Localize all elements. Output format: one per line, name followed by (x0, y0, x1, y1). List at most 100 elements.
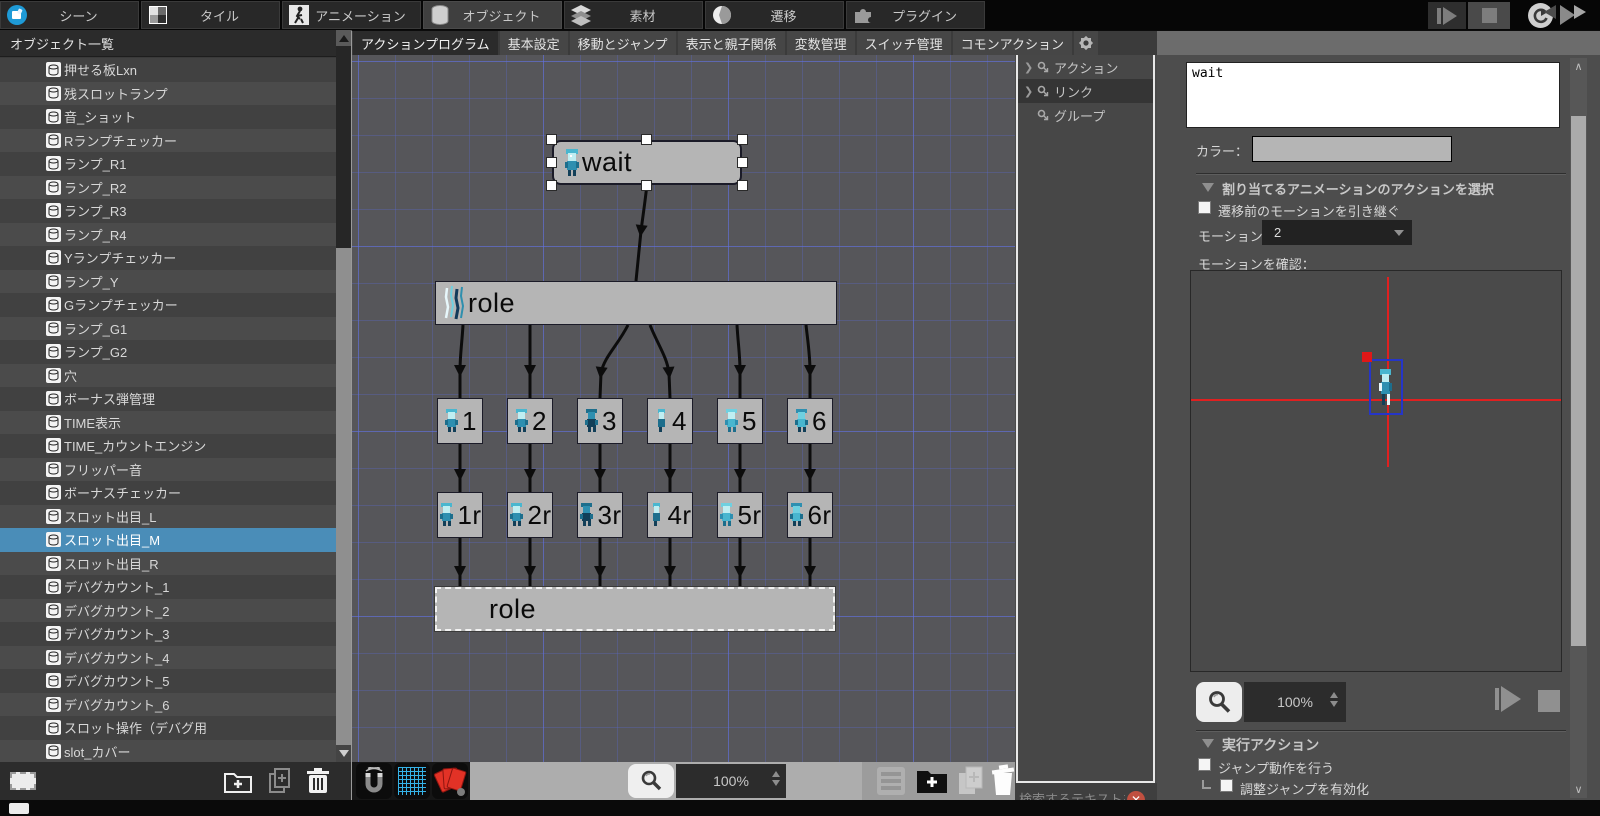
action-node-1[interactable]: 1 (437, 398, 483, 444)
selection-handle[interactable] (546, 134, 557, 145)
play-button[interactable] (1560, 5, 1575, 25)
action-node-3[interactable]: 3 (577, 398, 623, 444)
object-list-item[interactable]: デバグカウント_4 (0, 646, 336, 670)
selection-handle[interactable] (546, 157, 557, 168)
selection-handle[interactable] (641, 134, 652, 145)
tab-basic-settings[interactable]: 基本設定 (500, 31, 568, 55)
object-list-item[interactable]: TIME表示 (0, 411, 336, 435)
object-list-item[interactable]: ボーナスチェッカー (0, 481, 336, 505)
motion-dropdown[interactable]: 2 (1262, 220, 1412, 245)
menu-tab-transition[interactable]: 遷移 (705, 1, 844, 29)
object-list-item[interactable]: Yランプチェッカー (0, 246, 336, 270)
object-list-item[interactable]: slot_カバー (0, 740, 336, 763)
menu-tab-animation[interactable]: アニメーション (282, 1, 421, 29)
action-node-5[interactable]: 5 (717, 398, 763, 444)
object-list-item[interactable]: ランプ_G2 (0, 340, 336, 364)
panel-scrollbar[interactable]: ∧ ∨ (1570, 58, 1587, 798)
motion-preview[interactable] (1190, 270, 1562, 672)
scroll-down-icon[interactable]: ∨ (1570, 783, 1587, 796)
action-node-6r[interactable]: 6r (787, 492, 833, 538)
add-action-button[interactable] (916, 766, 948, 799)
collapse-arrow-icon[interactable] (1202, 739, 1214, 748)
preview-zoom-level[interactable]: 100% (1244, 682, 1346, 722)
action-node-2r[interactable]: 2r (507, 492, 553, 538)
origin-handle[interactable] (1362, 352, 1372, 362)
snap-magnet-button[interactable] (356, 763, 392, 799)
object-list-item[interactable]: ランプ_Y (0, 270, 336, 294)
object-list-item[interactable]: フリッパー音 (0, 458, 336, 482)
selection-handle[interactable] (737, 180, 748, 191)
link-name-field[interactable]: wait (1186, 62, 1560, 128)
action-node-6[interactable]: 6 (787, 398, 833, 444)
object-list-item[interactable]: 残スロットランプ (0, 82, 336, 106)
grid-toggle-button[interactable] (394, 763, 430, 799)
preview-stop-button[interactable] (1538, 690, 1560, 712)
delete-action-button[interactable] (990, 764, 1016, 801)
object-list-item[interactable]: ランプ_R4 (0, 223, 336, 247)
action-node-wait[interactable]: wait (552, 140, 742, 185)
action-node-1r[interactable]: 1r (437, 492, 483, 538)
object-list-item[interactable]: Gランプチェッカー (0, 293, 336, 317)
cards-tool-button[interactable] (432, 763, 468, 799)
delete-object-button[interactable] (302, 765, 334, 797)
object-list-item[interactable]: デバグカウント_2 (0, 599, 336, 623)
scroll-down-icon[interactable] (336, 745, 352, 762)
action-node-4[interactable]: 4 (647, 398, 693, 444)
action-node-role-bottom[interactable]: role (435, 587, 835, 631)
tab-display-parent[interactable]: 表示と親子関係 (678, 31, 785, 55)
panel-scrollbar-thumb[interactable] (1571, 116, 1586, 646)
action-node-3r[interactable]: 3r (577, 492, 623, 538)
object-list-item[interactable]: 穴 (0, 364, 336, 388)
object-list-item[interactable]: デバグカウント_1 (0, 575, 336, 599)
object-list-item[interactable]: ランプ_G1 (0, 317, 336, 341)
nav-forward-icon[interactable] (1574, 5, 1586, 19)
tab-common-actions[interactable]: コモンアクション (953, 31, 1072, 55)
object-list-item[interactable]: スロット出目_L (0, 505, 336, 529)
duplicate-object-button[interactable] (264, 765, 296, 797)
selection-handle[interactable] (546, 180, 557, 191)
nav-back-icon[interactable] (1544, 5, 1556, 19)
object-list-item[interactable]: スロット出目_R (0, 552, 336, 576)
tree-item-link[interactable]: ❯ リンク (1018, 79, 1153, 103)
zoom-spinner[interactable] (772, 771, 780, 786)
object-list-item-selected[interactable]: スロット出目_M (0, 528, 336, 552)
tab-switches[interactable]: スイッチ管理 (857, 31, 951, 55)
menu-tab-material[interactable]: 素材 (564, 1, 703, 29)
selection-handle[interactable] (737, 157, 748, 168)
settings-gear-button[interactable] (1074, 31, 1098, 55)
object-list-item[interactable]: Rランプチェッカー (0, 129, 336, 153)
menu-tab-tile[interactable]: タイル (141, 1, 280, 29)
tree-item-action[interactable]: ❯ アクション (1018, 55, 1153, 79)
action-node-2[interactable]: 2 (507, 398, 553, 444)
object-list-item[interactable]: ボーナス弾管理 (0, 387, 336, 411)
add-folder-button[interactable] (222, 765, 254, 797)
menu-tab-scene[interactable]: シーン (0, 1, 139, 29)
object-list-item[interactable]: スロット操作（デバグ用 (0, 716, 336, 740)
object-list-item[interactable]: 音_ショット (0, 105, 336, 129)
object-list-item[interactable]: デバグカウント_3 (0, 622, 336, 646)
scroll-up-icon[interactable]: ∧ (1570, 60, 1587, 73)
object-list-item[interactable]: デバグカウント_6 (0, 693, 336, 717)
duplicate-action-button[interactable] (958, 766, 984, 801)
action-node-5r[interactable]: 5r (717, 492, 763, 538)
tab-variables[interactable]: 変数管理 (787, 31, 855, 55)
canvas-zoom-button[interactable] (628, 764, 674, 798)
object-list-item[interactable]: TIME_カウントエンジン (0, 434, 336, 458)
canvas-zoom-level[interactable]: 100% (676, 764, 786, 798)
tree-item-group[interactable]: グループ (1018, 103, 1153, 127)
tab-move-jump[interactable]: 移動とジャンプ (570, 31, 676, 55)
object-list-item[interactable]: デバグカウント_5 (0, 669, 336, 693)
color-swatch[interactable] (1252, 136, 1452, 162)
object-list-item[interactable]: 押せる板Lxn (0, 58, 336, 82)
list-view-button[interactable] (876, 766, 906, 801)
collapse-arrow-icon[interactable] (1202, 183, 1214, 192)
object-list-item[interactable]: ランプ_R1 (0, 152, 336, 176)
scroll-up-icon[interactable] (336, 30, 352, 46)
menu-tab-plugin[interactable]: プラグイン (846, 1, 985, 29)
stop-button[interactable] (1468, 2, 1510, 29)
preview-play-button[interactable] (1495, 686, 1521, 712)
step-play-button[interactable] (1428, 2, 1466, 29)
chevron-right-icon[interactable]: ❯ (1024, 61, 1032, 74)
adjust-jump-checkbox[interactable] (1220, 779, 1233, 792)
selection-handle[interactable] (641, 180, 652, 191)
